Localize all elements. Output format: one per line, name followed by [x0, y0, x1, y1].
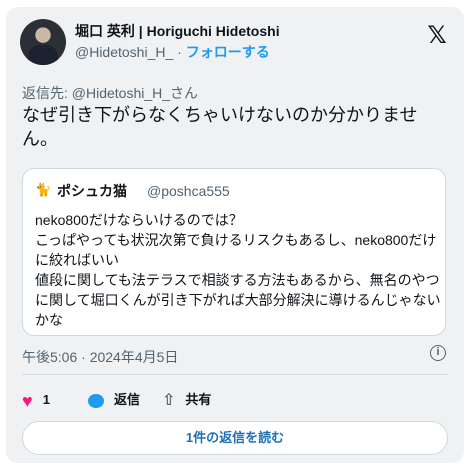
reply-button[interactable]: 返信 [88, 385, 140, 415]
share-button[interactable]: ⇧ 共有 [162, 385, 211, 415]
x-logo-icon[interactable]: 𝕏 [426, 24, 448, 48]
share-icon: ⇧ [162, 391, 176, 409]
author-handle[interactable]: @Hidetoshi_H_ [75, 44, 173, 60]
quote-author-name: ポシュカ猫 [57, 183, 127, 199]
avatar-suit [28, 45, 58, 65]
share-label: 共有 [185, 392, 212, 407]
reply-label: 返信 [114, 392, 141, 407]
tweet-header: 堀口 英利 | Horiguchi Hidetoshi @Hidetoshi_H… [20, 19, 450, 67]
follow-button[interactable]: フォローする [186, 44, 270, 60]
tweet-text: なぜ引き下がらなくちゃいけないのか分かりませ ん。 [22, 103, 448, 151]
quote-body: neko800だけならいけるのでは？ こっぱやっても状況次第で負けるリスクもある… [35, 210, 441, 330]
author-handle-line: @Hidetoshi_H_ · フォローする [75, 41, 280, 63]
like-button[interactable]: ♥ 1 [22, 385, 50, 415]
tweet-text-line: なぜ引き下がらなくちゃいけないのか分かりませ [22, 105, 418, 125]
quote-line: に関して堀口くんが引き下がれば大部分解決に導けるんじゃない [35, 292, 441, 308]
author-name-block: 堀口 英利 | Horiguchi Hidetoshi @Hidetoshi_H… [75, 21, 280, 63]
author-display-name[interactable]: 堀口 英利 | Horiguchi Hidetoshi [75, 21, 280, 41]
divider [22, 374, 448, 375]
tweet-timestamp[interactable]: 午後5:06 · 2024年4月5日 [22, 347, 178, 367]
quote-line: かな [35, 312, 63, 328]
tweet-card: 堀口 英利 | Horiguchi Hidetoshi @Hidetoshi_H… [6, 7, 464, 463]
quote-line: 値段に関しても法テラスで相談する方法もあるから、無名のやつ [35, 272, 440, 288]
handle-separator: · [173, 44, 186, 60]
like-count: 1 [42, 392, 50, 407]
reply-bubble-icon [88, 393, 104, 408]
quote-author-handle: @poshca555 [147, 183, 230, 199]
quoted-tweet[interactable]: 🐈 ポシュカ猫 @poshca555 neko800だけならいけるのでは？ こっ… [22, 168, 446, 336]
info-icon[interactable]: i [430, 345, 446, 361]
quote-line: に絞ればいい [35, 252, 119, 268]
tweet-text-line: ん。 [22, 129, 58, 149]
quote-line: こっぱやっても状況次第で負けるリスクもあるし、neko800だけ [35, 232, 437, 248]
author-avatar[interactable] [20, 19, 66, 65]
heart-icon: ♥ [22, 390, 33, 411]
read-replies-button[interactable]: 1件の返信を読む [22, 421, 448, 455]
quote-avatar-icon: 🐈 [35, 182, 52, 197]
quote-line: neko800だけならいけるのでは？ [35, 212, 243, 228]
reply-to-label: 返信先: @Hidetoshi_H_さん [22, 85, 199, 101]
